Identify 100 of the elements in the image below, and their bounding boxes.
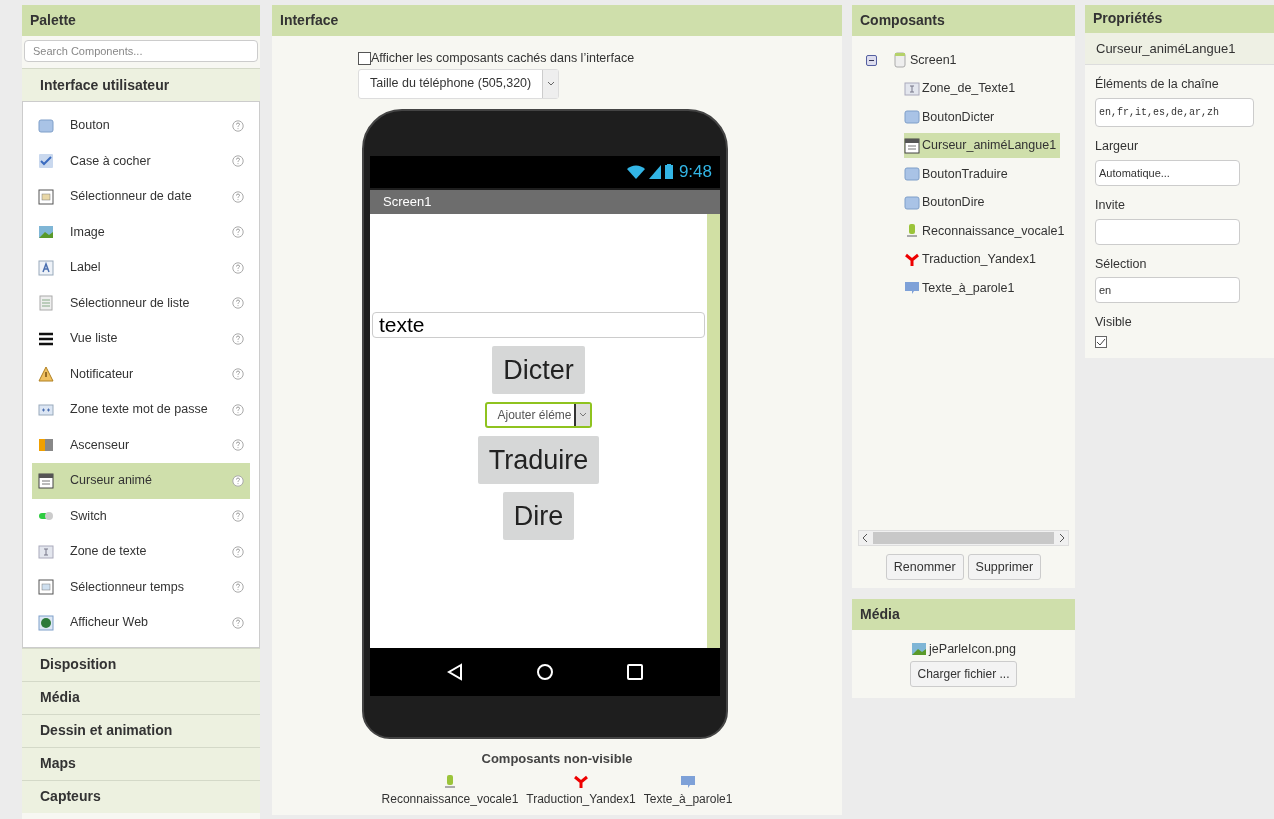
- upload-button[interactable]: Charger fichier ...: [910, 660, 1017, 687]
- help-icon[interactable]: [232, 332, 244, 345]
- checkbox[interactable]: [358, 51, 371, 65]
- help-icon[interactable]: [232, 581, 244, 594]
- dropdown-field[interactable]: Ajouter éléme: [485, 401, 592, 428]
- tree-item[interactable]: Curseur_animéLangue1: [904, 133, 1061, 159]
- phone-button[interactable]: Dire: [502, 491, 575, 540]
- palette-item[interactable]: Afficheur Web: [32, 605, 250, 641]
- tree-item[interactable]: BoutonDire: [904, 190, 989, 216]
- tree-item[interactable]: Texte_à_parole1: [904, 275, 1019, 301]
- help-icon[interactable]: [232, 545, 244, 558]
- palette-item[interactable]: Zone texte mot de passe: [32, 392, 250, 428]
- panel-header: Interface: [272, 5, 842, 36]
- category-header[interactable]: Disposition: [22, 647, 260, 681]
- wifi-icon: [626, 164, 645, 179]
- globe-icon: [38, 614, 54, 631]
- category-header[interactable]: Capteurs: [22, 779, 260, 813]
- help-icon[interactable]: [232, 616, 244, 629]
- help-icon[interactable]: [232, 439, 244, 452]
- tree-item[interactable]: BoutonTraduire: [904, 161, 1012, 187]
- text-field[interactable]: texte: [372, 311, 705, 338]
- palette-item[interactable]: Curseur animé: [32, 463, 250, 499]
- item-label: Case à cocher: [70, 152, 152, 170]
- clock-time: 9:48: [678, 161, 712, 183]
- tree-item[interactable]: Reconnaissance_vocale1: [904, 218, 1069, 244]
- tree-item-label: Curseur_animéLangue1: [922, 137, 1057, 155]
- text-cursor-icon: [904, 80, 920, 97]
- dropdown-window-icon: [904, 137, 920, 154]
- item-label: Afficheur Web: [70, 614, 150, 632]
- y-icon: [573, 774, 589, 791]
- select-value: Taille du téléphone (505,320): [369, 75, 533, 93]
- component-label: Texte_à_parole1: [643, 791, 733, 809]
- image-icon: [38, 224, 54, 241]
- palette-item[interactable]: Vue liste: [32, 321, 250, 357]
- help-icon[interactable]: [232, 226, 244, 239]
- item-label: Zone texte mot de passe: [70, 401, 209, 419]
- component-name: Curseur_animéLangue1: [1085, 32, 1274, 66]
- microphone-icon: [904, 223, 920, 240]
- category-header[interactable]: Dessin et animation: [22, 713, 260, 747]
- help-icon[interactable]: [232, 261, 244, 274]
- item-label: Image: [70, 223, 106, 241]
- help-icon[interactable]: [232, 403, 244, 416]
- text-field[interactable]: [1095, 218, 1240, 245]
- property-label: Invite: [1095, 196, 1126, 214]
- panel-button[interactable]: Supprimer: [967, 554, 1042, 580]
- panel-button[interactable]: Renommer: [885, 554, 964, 580]
- tree-item[interactable]: Traduction_Yandex1: [904, 247, 1040, 273]
- item-label: Label: [70, 259, 102, 277]
- help-icon[interactable]: [232, 368, 244, 381]
- palette-item[interactable]: Zone de texte: [32, 534, 250, 570]
- property-label: Visible: [1095, 314, 1133, 332]
- size-select[interactable]: Taille du téléphone (505,320): [358, 68, 560, 99]
- item-label: Curseur animé: [70, 472, 153, 490]
- phone-button[interactable]: Dicter: [492, 345, 585, 394]
- tree-item[interactable]: Zone_de_Texte1: [904, 76, 1020, 102]
- text-field[interactable]: en: [1095, 277, 1240, 304]
- chevron-icon: [573, 403, 590, 426]
- palette-item[interactable]: Switch: [32, 498, 250, 534]
- checkbox-label: Afficher les composants cachés dans l’interface: [371, 50, 635, 67]
- help-icon[interactable]: [232, 155, 244, 168]
- phone-icon: [892, 52, 908, 69]
- tree-item[interactable]: Screen1: [892, 47, 961, 73]
- palette-item[interactable]: Sélectionneur temps: [32, 569, 250, 605]
- palette-item[interactable]: Image: [32, 214, 250, 250]
- palette-item[interactable]: Notificateur: [32, 356, 250, 392]
- phone-button[interactable]: Traduire: [477, 435, 600, 484]
- recents-icon[interactable]: [627, 663, 644, 680]
- signal-icon: [648, 164, 661, 179]
- checkbox[interactable]: [1095, 336, 1107, 348]
- help-icon[interactable]: [232, 119, 244, 132]
- palette-item[interactable]: Sélectionneur de date: [32, 179, 250, 215]
- tree-item-label: BoutonDicter: [922, 108, 995, 126]
- back-icon[interactable]: [446, 662, 463, 681]
- category-header[interactable]: Maps: [22, 746, 260, 780]
- palette-item[interactable]: Case à cocher: [32, 143, 250, 179]
- item-label: Switch: [70, 507, 108, 525]
- category-header[interactable]: Interface utilisateur: [22, 68, 260, 101]
- help-icon[interactable]: [232, 297, 244, 310]
- horizontal-scrollbar[interactable]: [858, 530, 1069, 546]
- item-label: Sélectionneur de liste: [70, 294, 191, 312]
- collapse-toggle[interactable]: [866, 54, 877, 66]
- palette-item[interactable]: Sélectionneur de liste: [32, 285, 250, 321]
- palette-item[interactable]: Ascenseur: [32, 427, 250, 463]
- category-header[interactable]: Média: [22, 680, 260, 714]
- time-picker-icon: [38, 579, 54, 596]
- palette-item[interactable]: Label: [32, 250, 250, 286]
- panel-header: Média: [852, 599, 1075, 630]
- text-field[interactable]: Automatique...: [1095, 159, 1240, 186]
- battery-icon: [664, 164, 673, 180]
- password-icon: [38, 401, 54, 418]
- letter-a-icon: [38, 259, 54, 276]
- help-icon[interactable]: [232, 510, 244, 523]
- tree-item[interactable]: BoutonDicter: [904, 104, 999, 130]
- text-area[interactable]: en,fr,it,es,de,ar,zh: [1095, 98, 1254, 127]
- help-icon[interactable]: [232, 474, 244, 487]
- home-icon[interactable]: [536, 662, 554, 681]
- search-field[interactable]: Search Components...: [24, 40, 258, 62]
- list-icon: [38, 295, 54, 312]
- help-icon[interactable]: [232, 190, 244, 203]
- palette-item[interactable]: Bouton: [32, 108, 250, 144]
